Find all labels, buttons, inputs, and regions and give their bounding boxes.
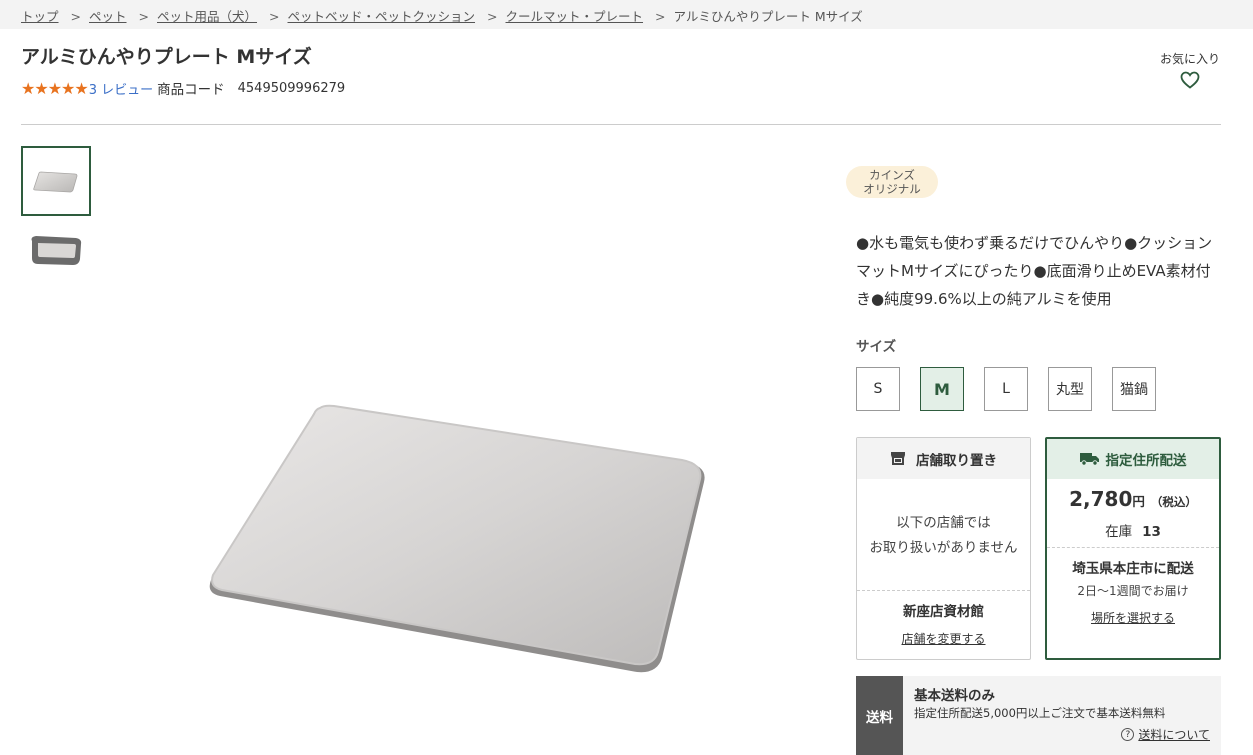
delivery-title: 指定住所配送 <box>1105 453 1187 469</box>
shipping-title: 基本送料のみ <box>914 688 995 704</box>
price-unit: 円 <box>1132 494 1145 509</box>
size-option-round[interactable]: 丸型 <box>1048 367 1092 411</box>
breadcrumb-separator: > <box>269 9 280 24</box>
header-divider <box>21 124 1221 125</box>
breadcrumb-item-top[interactable]: トップ <box>21 9 59 24</box>
plate-thumbnail-image <box>33 171 78 193</box>
size-label: サイズ <box>856 339 897 355</box>
product-main-image <box>209 404 705 673</box>
price-value: 2,780 <box>1069 487 1133 511</box>
stock: 在庫 13 <box>1047 520 1219 540</box>
product-code-label: 商品コード <box>157 82 225 98</box>
change-store-link[interactable]: 店舗を変更する <box>857 630 1030 647</box>
product-code-value: 4549509996279 <box>237 80 346 96</box>
question-icon: ? <box>1121 728 1135 741</box>
breadcrumb-current: アルミひんやりプレート Mサイズ <box>673 9 863 24</box>
shipping-info-link[interactable]: ? 送料について <box>1121 726 1210 743</box>
delivery-area: 埼玉県本庄市に配送 <box>1072 561 1194 577</box>
delivery-divider <box>1047 547 1219 548</box>
shipping-link-text: 送料について <box>1138 728 1210 742</box>
shipping-tag: 送料 <box>856 676 903 755</box>
breadcrumb-item-pet-beds[interactable]: ペットベッド・ペットクッション <box>288 9 476 24</box>
store-message-line1: 以下の店舗では <box>896 515 991 531</box>
breadcrumb-item-dog-supplies[interactable]: ペット用品（犬） <box>157 9 257 24</box>
address-delivery-panel[interactable]: 指定住所配送 2,780円 （税込） 在庫 13 埼玉県本庄市に配送 2日〜1週間で… <box>1045 437 1221 660</box>
breadcrumb-bar: トップ > ペット > ペット用品（犬） > ペットベッド・ペットクッション > クールマット・… <box>0 0 1253 29</box>
breadcrumb-item-cool-mats[interactable]: クールマット・プレート <box>506 9 644 24</box>
thumbnail-plate[interactable] <box>21 146 91 216</box>
size-option-cat-pot[interactable]: 猫鍋 <box>1112 367 1156 411</box>
size-option-l[interactable]: L <box>984 367 1028 411</box>
stock-label: 在庫 <box>1105 524 1133 540</box>
product-description: ●水も電気も使わず乗るだけでひんやり●クッションマットMサイズにぴったり●底面滑… <box>856 234 1213 308</box>
star-rating-icon: ★★★★★ <box>21 78 89 98</box>
shipping-note: 指定住所配送5,000円以上ご注文で基本送料無料 <box>914 706 1166 720</box>
rating-row: ★★★★★ 3 レビュー 商品コード 4549509996279 <box>21 78 346 99</box>
store-message-line2: お取り扱いがありません <box>869 540 1018 556</box>
size-option-m[interactable]: M <box>920 367 964 411</box>
heart-icon <box>1180 71 1200 89</box>
badge-line1: カインズ <box>869 168 915 182</box>
delivery-header: 指定住所配送 <box>1047 439 1219 479</box>
store-pickup-panel[interactable]: 店舗取り置き 以下の店舗では お取り扱いがありません 新座店資材館 店舗を変更す… <box>856 437 1031 660</box>
price: 2,780円 （税込） <box>1047 487 1219 511</box>
badge-line2: オリジナル <box>863 182 921 196</box>
cainz-original-badge: カインズ オリジナル <box>846 166 938 198</box>
product-title: アルミひんやりプレート Mサイズ <box>21 46 312 68</box>
review-link[interactable]: 3 レビュー <box>89 79 153 98</box>
store-pickup-header: 店舗取り置き <box>857 438 1030 479</box>
store-pickup-message: 以下の店舗では お取り扱いがありません <box>857 511 1030 561</box>
breadcrumb-item-pet[interactable]: ペット <box>89 9 127 24</box>
favorite-button[interactable]: お気に入り <box>1157 50 1223 89</box>
store-icon <box>891 452 905 465</box>
delivery-days: 2日〜1週間でお届け <box>1077 584 1189 598</box>
shipping-info: 送料 基本送料のみ 指定住所配送5,000円以上ご注文で基本送料無料 ? 送料に… <box>856 676 1221 755</box>
breadcrumb: トップ > ペット > ペット用品（犬） > ペットベッド・ペットクッション > クールマット・… <box>21 6 863 25</box>
stock-value: 13 <box>1142 524 1161 540</box>
store-pickup-title: 店舗取り置き <box>916 452 997 469</box>
truck-icon <box>1079 453 1099 466</box>
thumbnail-plate-with-frame[interactable] <box>21 216 91 286</box>
breadcrumb-separator: > <box>487 9 498 24</box>
tax-note: （税込） <box>1150 495 1197 509</box>
breadcrumb-separator: > <box>70 9 81 24</box>
favorite-label: お気に入り <box>1159 52 1220 66</box>
breadcrumb-separator: > <box>138 9 149 24</box>
select-location-link[interactable]: 場所を選択する <box>1047 609 1219 626</box>
store-name: 新座店資材館 <box>903 604 984 620</box>
size-option-s[interactable]: S <box>856 367 900 411</box>
store-divider <box>857 590 1030 591</box>
breadcrumb-separator: > <box>655 9 666 24</box>
plate-frame-thumbnail-image <box>31 236 82 265</box>
